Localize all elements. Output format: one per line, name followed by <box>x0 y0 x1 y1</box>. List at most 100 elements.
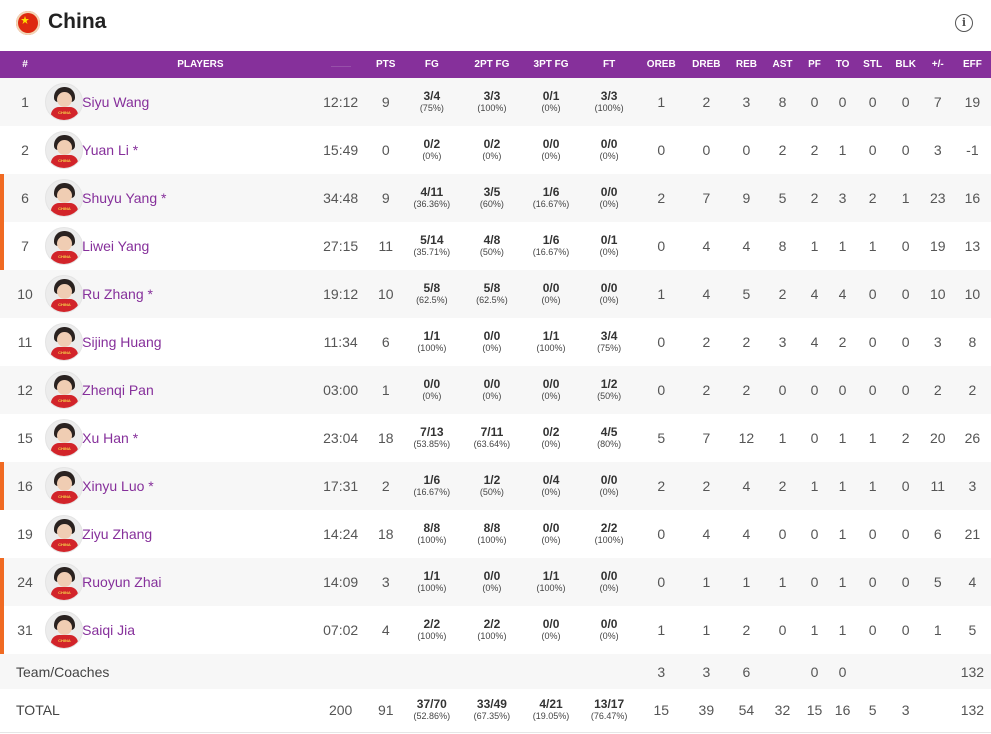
player-photo[interactable]: CHINA <box>45 366 84 414</box>
col-fg[interactable]: FG <box>401 51 463 78</box>
player-2pt: 1/2 (50%) <box>463 462 521 510</box>
col-number[interactable]: # <box>0 51 50 78</box>
shot-line: 1/6 (16.67%) <box>521 186 581 210</box>
table-header-row: # PLAYERS PTS FG 2PT FG 3PT FG FT OREB D… <box>0 51 991 78</box>
player-name-link[interactable]: Xu Han * <box>80 414 310 462</box>
shot-line: 8/8 (100%) <box>401 522 463 546</box>
shot-percentage: (0%) <box>482 151 502 161</box>
player-photo[interactable]: CHINA <box>45 126 84 174</box>
player-avatar[interactable]: CHINA <box>45 611 84 649</box>
player-dreb: 0 <box>702 142 711 158</box>
player-name-link[interactable]: Liwei Yang <box>80 222 310 270</box>
player-eff: 19 <box>964 94 981 110</box>
col-pts[interactable]: PTS <box>371 51 401 78</box>
player-avatar[interactable]: CHINA <box>45 275 84 313</box>
player-avatar[interactable]: CHINA <box>45 131 84 169</box>
player-pf: 4 <box>810 286 819 302</box>
player-row[interactable]: 31 CHINA Saiqi Jia 07:02 4 2/2 (100%) 2/2 (100%)… <box>0 606 991 654</box>
player-minutes: 12:12 <box>323 94 359 110</box>
player-stl: 0 <box>868 526 877 542</box>
shot-percentage: (0%) <box>541 535 561 545</box>
col-dreb[interactable]: DREB <box>685 51 727 78</box>
player-photo[interactable]: CHINA <box>45 462 84 510</box>
player-to: 1 <box>838 574 847 590</box>
player-eff: 16 <box>964 190 981 206</box>
player-row[interactable]: 2 CHINA Yuan Li * 15:49 0 0/2 (0%) 0/2 (0%) 0/0 (0… <box>0 126 991 174</box>
player-row[interactable]: 19 CHINA Ziyu Zhang 14:24 18 8/8 (100%) 8/8 (100… <box>0 510 991 558</box>
player-name-link[interactable]: Yuan Li * <box>80 126 310 174</box>
col-reb[interactable]: REB <box>727 51 765 78</box>
player-reb: 2 <box>742 622 751 638</box>
player-photo[interactable]: CHINA <box>45 270 84 318</box>
player-name-link[interactable]: Zhenqi Pan <box>80 366 310 414</box>
player-row[interactable]: 6 CHINA Shuyu Yang * 34:48 9 4/11 (36.36%) 3/5(… <box>0 174 991 222</box>
player-row[interactable]: 11 CHINA Sijing Huang 11:34 6 1/1 (100%) 0/0 (0%… <box>0 318 991 366</box>
shot-percentage: (100%) <box>594 103 624 113</box>
player-photo[interactable]: CHINA <box>45 78 84 126</box>
col-ft[interactable]: FT <box>581 51 637 78</box>
player-row[interactable]: 16 CHINA Xinyu Luo * 17:31 2 1/6 (16.67%) 1/2 (5… <box>0 462 991 510</box>
team-header: China i <box>0 0 991 50</box>
minutes-icon <box>330 59 351 67</box>
player-name-link[interactable]: Xinyu Luo * <box>80 462 310 510</box>
player-name-link[interactable]: Ruoyun Zhai <box>80 558 310 606</box>
col-stl[interactable]: STL <box>856 51 890 78</box>
player-name-link[interactable]: Sijing Huang <box>80 318 310 366</box>
player-row[interactable]: 24 CHINA Ruoyun Zhai 14:09 3 1/1 (100%) 0/0 (0%)… <box>0 558 991 606</box>
player-avatar[interactable]: CHINA <box>45 227 84 265</box>
player-name-link[interactable]: Ziyu Zhang <box>80 510 310 558</box>
player-row[interactable]: 7 CHINA Liwei Yang 27:15 11 5/14 (35.71%) 4/8 (5… <box>0 222 991 270</box>
player-row[interactable]: 15 CHINA Xu Han * 23:04 18 7/13 (53.85%) 7/11 (6… <box>0 414 991 462</box>
player-avatar[interactable]: CHINA <box>45 419 84 457</box>
col-eff[interactable]: EFF <box>954 51 991 78</box>
player-row[interactable]: 1 CHINA Siyu Wang 12:12 9 3/4 (75%) 3/3 (100%) 0/… <box>0 78 991 126</box>
col-plus-minus[interactable]: +/- <box>922 51 954 78</box>
player-name-link[interactable]: Ru Zhang * <box>80 270 310 318</box>
shots-made: 1/6 <box>542 233 560 247</box>
player-photo[interactable]: CHINA <box>45 318 84 366</box>
player-reb: 2 <box>742 334 751 350</box>
col-2pt-fg[interactable]: 2PT FG <box>463 51 521 78</box>
col-pf[interactable]: PF <box>800 51 830 78</box>
player-name-link[interactable]: Shuyu Yang * <box>80 174 310 222</box>
info-icon[interactable]: i <box>955 14 973 32</box>
player-reb: 3 <box>742 94 751 110</box>
player-number-text: 6 <box>21 190 29 206</box>
player-avatar[interactable]: CHINA <box>45 323 84 361</box>
player-photo[interactable]: CHINA <box>45 510 84 558</box>
player-fg: 1/1 (100%) <box>401 318 463 366</box>
col-players[interactable]: PLAYERS <box>50 51 311 78</box>
player-photo[interactable]: CHINA <box>45 558 84 606</box>
player-avatar[interactable]: CHINA <box>45 83 84 121</box>
player-photo[interactable]: CHINA <box>45 222 84 270</box>
player-photo[interactable]: CHINA <box>45 606 84 654</box>
player-photo[interactable]: CHINA <box>45 174 84 222</box>
player-row[interactable]: 10 CHINA Ru Zhang * 19:12 10 5/8 (62.5%) 5/8 (62… <box>0 270 991 318</box>
player-avatar[interactable]: CHINA <box>45 371 84 409</box>
col-blk[interactable]: BLK <box>890 51 922 78</box>
player-avatar[interactable]: CHINA <box>45 179 84 217</box>
shot-line: 0/0 (0%) <box>521 618 581 642</box>
player-avatar[interactable]: CHINA <box>45 467 84 505</box>
player-photo[interactable]: CHINA <box>45 414 84 462</box>
player-avatar[interactable]: CHINA <box>45 515 84 553</box>
player-avatar[interactable]: CHINA <box>45 563 84 601</box>
player-name-link[interactable]: Siyu Wang <box>80 78 310 126</box>
col-minutes[interactable] <box>311 51 371 78</box>
total-3pt: 4/21 (19.05%) <box>532 697 570 722</box>
col-3pt-fg[interactable]: 3PT FG <box>521 51 581 78</box>
shots-made: 0/2 <box>542 425 560 439</box>
player-3pt: 0/0 (0%) <box>521 366 581 414</box>
player-eff: 4 <box>968 574 977 590</box>
total-to: 16 <box>834 702 851 719</box>
player-row[interactable]: 12 CHINA Zhenqi Pan 03:00 1 0/0 (0%) 0/0 (0%) 0/0… <box>0 366 991 414</box>
player-pts: 0 <box>381 142 390 158</box>
player-name-link[interactable]: Saiqi Jia <box>80 606 310 654</box>
shot-percentage: (100%) <box>417 631 447 641</box>
player-ft: 0/1 (0%) <box>581 222 637 270</box>
col-ast[interactable]: AST <box>765 51 799 78</box>
player-ft: 1/2 (50%) <box>581 366 637 414</box>
col-oreb[interactable]: OREB <box>637 51 685 78</box>
player-minutes: 11:34 <box>323 334 358 350</box>
col-to[interactable]: TO <box>830 51 856 78</box>
